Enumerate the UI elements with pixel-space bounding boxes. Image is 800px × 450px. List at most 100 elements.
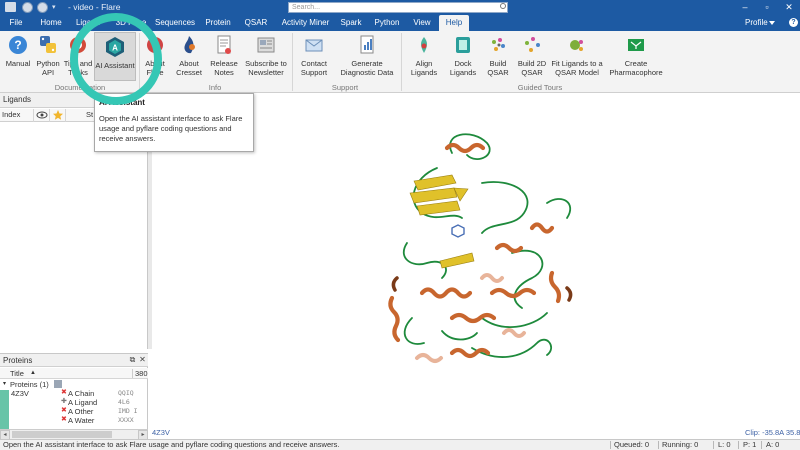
build-qsar-button[interactable]: Build QSAR (483, 33, 513, 77)
tab-spark[interactable]: Spark (337, 15, 365, 31)
status-separator (713, 441, 714, 449)
forward-icon[interactable] (37, 2, 48, 13)
viewport-protein-label: 4Z3V (152, 428, 170, 437)
chain-row-a-other[interactable]: A Other (68, 407, 93, 416)
tab-sequences[interactable]: Sequences (154, 15, 196, 31)
sort-ascending-icon[interactable]: ▲ (30, 369, 36, 378)
svg-text:?: ? (14, 38, 21, 52)
highlight-ring (70, 13, 162, 105)
chain-row-a-ligand[interactable]: A Ligand (68, 398, 97, 407)
status-running: Running: 0 (662, 440, 699, 449)
tooltip-body: Open the AI assistant interface to ask F… (99, 114, 243, 143)
group-separator (292, 33, 293, 91)
chain-row-a-water[interactable]: A Water (68, 416, 94, 425)
create-pharmacophore-button[interactable]: Create Pharmacophore (608, 33, 664, 77)
close-icon[interactable]: ✖ (61, 389, 67, 396)
cresset-flame-icon (178, 33, 200, 57)
subscribe-newsletter-button[interactable]: Subscribe to Newsletter (243, 33, 289, 77)
chain-sequence-code: 4L6 (118, 398, 130, 406)
tab-python[interactable]: Python (370, 15, 404, 31)
tab-home[interactable]: Home (35, 15, 67, 31)
proteins-horizontal-scrollbar[interactable]: ◂ ▸ (0, 429, 148, 440)
python-icon (37, 33, 59, 57)
python-api-button[interactable]: Python API (33, 33, 63, 77)
dock-icon (452, 33, 474, 57)
tab-file[interactable]: File (2, 15, 30, 31)
group-icon (54, 380, 62, 388)
star-icon[interactable] (50, 109, 66, 122)
status-atoms: A: 0 (766, 440, 780, 449)
chain-sequence-code: IMD I (118, 407, 138, 415)
search-icon[interactable] (500, 3, 506, 9)
status-bar: Open the AI assistant interface to ask F… (0, 439, 800, 450)
status-separator (761, 441, 762, 449)
chain-row-a-chain[interactable]: A Chain (68, 389, 94, 398)
release-notes-button[interactable]: Release Notes (209, 33, 239, 77)
question-circle-icon: ? (7, 33, 29, 57)
status-separator (658, 441, 659, 449)
close-icon[interactable]: ✖ (61, 407, 67, 414)
proteins-panel: Proteins ⧉ ✕ Title ▲ 380 ▾ Proteins (1) … (0, 353, 148, 440)
collapse-arrow-icon[interactable]: ▾ (3, 380, 6, 389)
notes-icon (213, 33, 235, 57)
proteins-group-label[interactable]: Proteins (1) (10, 380, 49, 389)
window-title: - video - Flare (68, 2, 121, 12)
align-ligands-button[interactable]: Align Ligands (407, 33, 441, 77)
ligand-branch-icon[interactable]: ✚ (61, 398, 67, 405)
chain-sequence-code: QQIQ (118, 389, 134, 397)
back-icon[interactable] (22, 2, 33, 13)
proteins-column-header: Title ▲ 380 (0, 368, 148, 379)
group-label-support: Support (331, 83, 359, 92)
column-index[interactable]: Index (0, 109, 34, 122)
clip-readout: Clip: -35.8A 35.8A (745, 428, 800, 437)
status-separator (610, 441, 611, 449)
diagnostic-icon (356, 33, 378, 57)
close-icon[interactable]: ✕ (138, 355, 147, 365)
status-proteins: P: 1 (743, 440, 757, 449)
status-queued: Queued: 0 (614, 440, 650, 449)
tab-view[interactable]: View (408, 15, 436, 31)
scrollbar-thumb[interactable] (12, 431, 112, 438)
newsletter-icon (255, 33, 277, 57)
profile-menu[interactable]: Profile (745, 15, 768, 31)
group-label-info: Info (208, 83, 222, 92)
quick-access-dropdown-icon[interactable]: ▾ (52, 3, 56, 11)
proteins-panel-title: Proteins (0, 354, 148, 367)
close-button[interactable]: ✕ (778, 0, 800, 15)
tab-protein[interactable]: Protein (200, 15, 236, 31)
align-icon (413, 33, 435, 57)
build-2d-qsar-button[interactable]: Build 2D QSAR (514, 33, 550, 77)
fit-ligands-qsar-button[interactable]: Fit Ligands to a QSAR Model (550, 33, 604, 77)
chain-sequence-code: XXXX (118, 416, 134, 424)
group-separator (401, 33, 402, 91)
status-message: Open the AI assistant interface to ask F… (3, 440, 340, 449)
tab-help[interactable]: Help (439, 15, 469, 31)
manual-button[interactable]: ? Manual (3, 33, 33, 68)
undock-icon[interactable]: ⧉ (128, 355, 137, 365)
eye-icon[interactable] (34, 109, 50, 122)
tab-qsar[interactable]: QSAR (240, 15, 272, 31)
about-cresset-button[interactable]: About Cresset (173, 33, 205, 77)
app-icon (5, 2, 16, 12)
chevron-down-icon[interactable] (769, 21, 775, 25)
contact-support-button[interactable]: Contact Support (296, 33, 332, 77)
protein-row-4z3v[interactable]: 4Z3V (11, 389, 29, 398)
status-separator (738, 441, 739, 449)
fit-ligands-icon (566, 33, 588, 57)
generate-diagnostic-button[interactable]: Generate Diagnostic Data (337, 33, 397, 77)
column-title[interactable]: Title (10, 369, 24, 378)
group-label-guided-tours: Guided Tours (517, 83, 563, 92)
mail-icon (303, 33, 325, 57)
search-input[interactable]: Search... (288, 2, 508, 13)
maximize-button[interactable]: ▫ (756, 0, 778, 15)
dock-ligands-button[interactable]: Dock Ligands (446, 33, 480, 77)
tab-activity-miner[interactable]: Activity Miner (277, 15, 334, 31)
close-icon[interactable]: ✖ (61, 416, 67, 423)
qsar-2d-icon (521, 33, 543, 57)
help-question-icon[interactable]: ? (789, 18, 798, 27)
qsar-icon (487, 33, 509, 57)
minimize-button[interactable]: – (734, 0, 756, 15)
status-ligands: L: 0 (718, 440, 731, 449)
pharmacophore-icon (625, 33, 647, 57)
column-count: 380 (132, 369, 148, 378)
